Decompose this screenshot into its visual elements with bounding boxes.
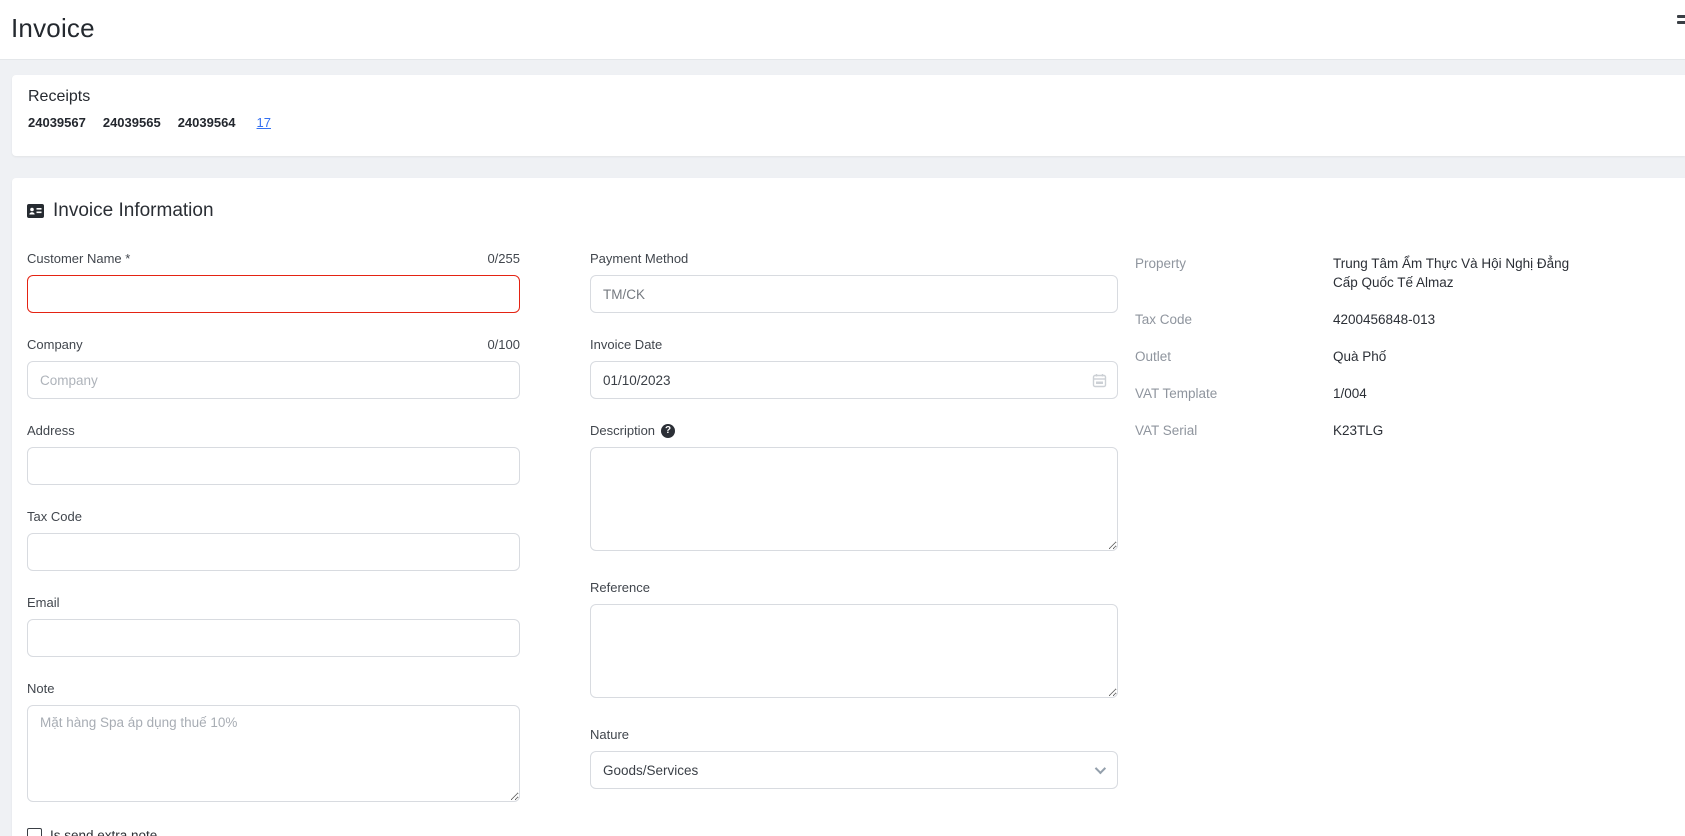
tax-code-label: Tax Code bbox=[27, 509, 82, 524]
extra-note-checkbox[interactable] bbox=[27, 828, 42, 836]
invoice-information-card: Invoice Information Customer Name * 0/25… bbox=[12, 178, 1685, 836]
email-field[interactable] bbox=[27, 619, 520, 657]
nature-value: Goods/Services bbox=[603, 763, 698, 778]
outlet-value: Quà Phố bbox=[1333, 347, 1585, 366]
vat-template-label: VAT Template bbox=[1135, 384, 1333, 403]
invoice-date-input[interactable] bbox=[590, 361, 1118, 399]
idcard-icon bbox=[27, 204, 44, 218]
page-title: Invoice bbox=[11, 13, 95, 44]
invoice-details-column: Property Trung Tâm Ẩm Thực Và Hội Nghị Đ… bbox=[1135, 251, 1605, 458]
nature-label: Nature bbox=[590, 727, 629, 742]
field-email: Email bbox=[27, 595, 520, 657]
description-label: Description ? bbox=[590, 423, 675, 438]
payment-method-input[interactable] bbox=[590, 275, 1118, 313]
detail-row-vat-serial: VAT Serial K23TLG bbox=[1135, 421, 1605, 440]
note-textarea[interactable] bbox=[27, 705, 520, 802]
company-input[interactable] bbox=[27, 361, 520, 399]
receipts-card: Receipts 24039567 24039565 24039564 17 bbox=[12, 75, 1685, 156]
tax-code-input[interactable] bbox=[27, 533, 520, 571]
receipt-number: 24039564 bbox=[178, 115, 236, 130]
address-label: Address bbox=[27, 423, 75, 438]
form-grid: Customer Name * 0/255 Company 0/100 Addr… bbox=[27, 251, 1685, 836]
field-invoice-date: Invoice Date bbox=[590, 337, 1118, 399]
section-header: Invoice Information bbox=[27, 200, 1685, 222]
field-note: Note bbox=[27, 681, 520, 807]
panel-toggle-icon[interactable] bbox=[1677, 15, 1685, 29]
calendar-icon[interactable] bbox=[1092, 373, 1107, 393]
company-label: Company bbox=[27, 337, 83, 352]
address-input[interactable] bbox=[27, 447, 520, 485]
field-customer-name: Customer Name * 0/255 bbox=[27, 251, 520, 313]
top-header: Invoice bbox=[0, 0, 1685, 60]
customer-name-counter: 0/255 bbox=[487, 251, 520, 266]
company-counter: 0/100 bbox=[487, 337, 520, 352]
tax-code-detail-value: 4200456848-013 bbox=[1333, 310, 1585, 329]
property-value: Trung Tâm Ẩm Thực Và Hội Nghị Đẳng Cấp Q… bbox=[1333, 254, 1585, 292]
outlet-label: Outlet bbox=[1135, 347, 1333, 366]
payment-method-label: Payment Method bbox=[590, 251, 688, 266]
receipts-row: 24039567 24039565 24039564 17 bbox=[28, 115, 1669, 130]
vat-serial-label: VAT Serial bbox=[1135, 421, 1333, 440]
detail-row-vat-template: VAT Template 1/004 bbox=[1135, 384, 1605, 403]
reference-textarea[interactable] bbox=[590, 604, 1118, 698]
customer-name-input[interactable] bbox=[27, 275, 520, 313]
email-label: Email bbox=[27, 595, 60, 610]
vat-template-value: 1/004 bbox=[1333, 384, 1585, 403]
field-nature: Nature Goods/Services bbox=[590, 727, 1118, 789]
description-textarea[interactable] bbox=[590, 447, 1118, 551]
field-tax-code: Tax Code bbox=[27, 509, 520, 571]
field-reference: Reference bbox=[590, 580, 1118, 703]
form-column-left: Customer Name * 0/255 Company 0/100 Addr… bbox=[27, 251, 520, 836]
tax-code-detail-label: Tax Code bbox=[1135, 310, 1333, 329]
extra-note-row: Is send extra note bbox=[27, 828, 520, 836]
note-label: Note bbox=[27, 681, 54, 696]
field-company: Company 0/100 bbox=[27, 337, 520, 399]
customer-name-label: Customer Name * bbox=[27, 251, 130, 266]
receipt-number: 24039567 bbox=[28, 115, 86, 130]
chevron-down-icon bbox=[1095, 763, 1106, 774]
help-icon[interactable]: ? bbox=[661, 424, 675, 438]
property-label: Property bbox=[1135, 254, 1333, 292]
detail-row-outlet: Outlet Quà Phố bbox=[1135, 347, 1605, 366]
nature-select[interactable]: Goods/Services bbox=[590, 751, 1118, 789]
receipts-more-link[interactable]: 17 bbox=[257, 115, 271, 130]
detail-row-tax-code: Tax Code 4200456848-013 bbox=[1135, 310, 1605, 329]
form-column-middle: Payment Method Invoice Date bbox=[590, 251, 1118, 813]
invoice-date-label: Invoice Date bbox=[590, 337, 662, 352]
field-payment-method: Payment Method bbox=[590, 251, 1118, 313]
receipts-title: Receipts bbox=[28, 88, 1669, 106]
field-description: Description ? bbox=[590, 423, 1118, 556]
section-title: Invoice Information bbox=[53, 200, 214, 222]
extra-note-label: Is send extra note bbox=[50, 828, 157, 836]
detail-row-property: Property Trung Tâm Ẩm Thực Và Hội Nghị Đ… bbox=[1135, 254, 1605, 292]
field-address: Address bbox=[27, 423, 520, 485]
receipt-number: 24039565 bbox=[103, 115, 161, 130]
vat-serial-value: K23TLG bbox=[1333, 421, 1585, 440]
reference-label: Reference bbox=[590, 580, 650, 595]
